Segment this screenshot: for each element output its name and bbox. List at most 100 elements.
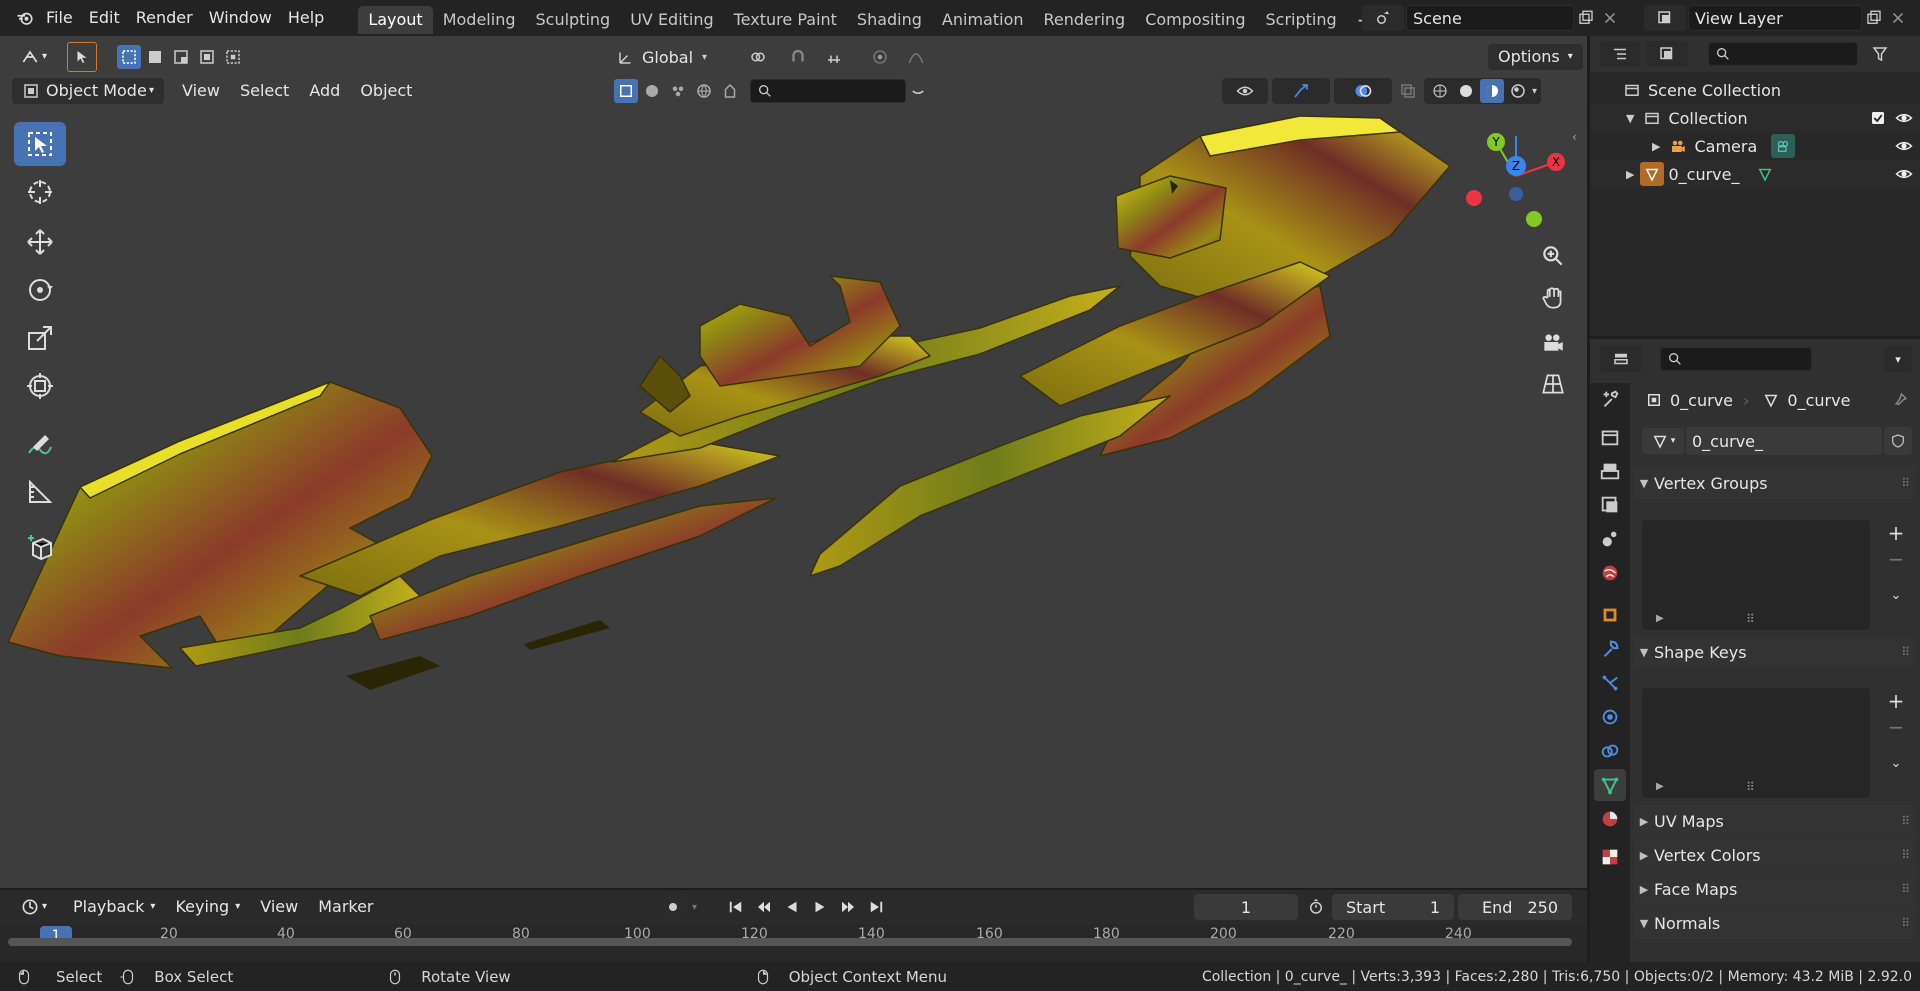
shape-key-menu-icon[interactable]: ⌄ [1882,749,1910,777]
timeline-menu-marker[interactable]: Marker [308,894,383,920]
scene-name-field[interactable]: Scene [1406,5,1574,31]
shape-keys-list[interactable]: ▶ ⠿ [1642,688,1870,798]
tool-cursor[interactable] [14,170,66,214]
snap-target-icon[interactable] [814,45,854,69]
jump-end-icon[interactable] [864,895,888,919]
snap-icon[interactable] [786,45,810,69]
camera-view-icon[interactable] [1537,326,1569,358]
menu-add[interactable]: Add [299,78,350,104]
jump-keyframe-prev-icon[interactable] [752,895,776,919]
select-tool-icon[interactable] [67,42,98,72]
proportional-edit-icon[interactable] [868,45,892,69]
perspective-toggle-icon[interactable] [1537,368,1569,400]
camera-expand-icon[interactable]: ▶ [1652,140,1660,153]
tab-animation[interactable]: Animation [932,6,1034,34]
tab-layout[interactable]: Layout [358,6,433,34]
vertex-group-remove-icon[interactable]: − [1882,545,1910,573]
face-maps-drag-icon[interactable]: ⠿ [1901,882,1910,896]
panel-vertex-colors-header[interactable]: ▶ Vertex Colors ⠿ [1634,839,1916,871]
shape-key-remove-icon[interactable]: − [1882,713,1910,741]
tab-data-icon[interactable] [1594,769,1626,801]
tab-modeling[interactable]: Modeling [433,6,526,34]
xray-toggle-icon[interactable] [1396,79,1420,103]
vertex-groups-resize-icon[interactable]: ⠿ [1746,612,1755,626]
shape-keys-drag-icon[interactable]: ⠿ [1901,645,1910,659]
navigation-gizmo[interactable]: X Y Z [1466,133,1565,227]
auto-keying-icon[interactable] [660,894,686,920]
tab-render-icon[interactable] [1594,421,1626,453]
tab-shading[interactable]: Shading [847,6,932,34]
tab-tool-icon[interactable] [1594,383,1626,415]
timeline-menu-keying[interactable]: Keying ▾ [165,894,250,920]
tool-add-cube[interactable] [14,526,66,570]
uv-maps-drag-icon[interactable]: ⠿ [1901,814,1910,828]
shading-options-chevron-icon[interactable]: ▾ [1532,86,1537,97]
filter-world-icon[interactable] [692,79,716,103]
shading-material-icon[interactable] [1480,79,1504,103]
tab-scene-icon[interactable] [1594,523,1626,555]
pivot-point-icon[interactable] [738,45,778,69]
scene-copy-icon[interactable] [1574,6,1598,30]
gizmo-neg-z-axis[interactable] [1509,187,1523,201]
keying-options-chevron-icon[interactable]: ▾ [692,902,697,913]
curve-visibility-eye-icon[interactable] [1892,162,1916,186]
end-frame-field[interactable]: End 250 [1458,894,1572,920]
current-frame-field[interactable]: 1 [1194,894,1298,920]
timeline-ruler[interactable]: 1 20 40 60 80 100 120 140 160 180 200 22… [0,924,1587,962]
properties-options-chevron-icon[interactable]: ▾ [1884,346,1912,372]
viewport-search-field[interactable] [750,79,906,103]
shape-keys-filter-icon[interactable]: ▶ [1656,781,1664,792]
gizmo-neg-y-axis[interactable] [1526,211,1542,227]
jump-start-icon[interactable] [724,895,748,919]
tab-world-icon[interactable] [1594,557,1626,589]
outliner-search-field[interactable] [1708,42,1858,66]
vertex-group-add-icon[interactable]: + [1882,519,1910,547]
select-subtract-icon[interactable] [169,45,193,69]
curve-expand-icon[interactable]: ▶ [1626,168,1634,181]
vertex-group-menu-icon[interactable]: ⌄ [1882,581,1910,609]
shape-keys-resize-icon[interactable]: ⠿ [1746,780,1755,794]
tab-texture-icon[interactable] [1594,841,1626,873]
mesh-data-icon[interactable] [1753,162,1777,186]
scene-browse-icon[interactable] [1362,5,1404,31]
scene-close-icon[interactable] [1598,6,1622,30]
menu-view[interactable]: View [172,78,230,104]
mesh-browse-icon[interactable]: ▾ [1642,428,1684,454]
falloff-icon[interactable] [896,45,936,69]
play-icon[interactable] [808,895,832,919]
tool-move[interactable] [14,220,66,264]
pin-icon[interactable] [1888,388,1912,412]
tool-select-box[interactable] [14,122,66,166]
start-frame-field[interactable]: Start 1 [1332,894,1454,920]
collection-visibility-eye-icon[interactable] [1892,106,1916,130]
view-layer-field[interactable]: View Layer [1688,5,1862,31]
outliner-filter-icon[interactable] [1868,42,1892,66]
tool-annotate[interactable] [14,422,66,466]
tab-constraints-icon[interactable] [1594,735,1626,767]
collection-checkbox-icon[interactable] [1866,106,1890,130]
properties-search-field[interactable] [1660,347,1812,371]
transform-orientation[interactable]: Global ▾ [614,45,707,69]
panel-shape-keys-header[interactable]: ▼ Shape Keys ⠿ [1634,636,1916,668]
panel-normals-header[interactable]: ▼ Normals ⠿ [1634,907,1916,939]
select-invert-icon[interactable] [195,45,219,69]
tool-transform[interactable] [14,364,66,408]
gizmos-toggle-icon[interactable] [1272,78,1330,104]
outliner-row-camera[interactable]: ▶ Camera [1590,132,1920,160]
overlays-toggle-icon[interactable] [1334,78,1392,104]
blender-logo-icon[interactable] [12,6,38,30]
tab-scripting[interactable]: Scripting [1256,6,1347,34]
mesh-name-field[interactable]: 0_curve_ [1686,427,1882,455]
tab-view-layer-icon[interactable] [1594,489,1626,521]
select-new-icon[interactable] [117,45,142,69]
display-mode-icon[interactable] [1646,41,1688,67]
play-reverse-icon[interactable] [780,895,804,919]
zoom-view-icon[interactable] [1537,240,1569,272]
curve-object-render[interactable]: X Y Z [0,36,1587,888]
fake-user-shield-icon[interactable] [1884,427,1912,455]
search-options-icon[interactable] [906,79,930,103]
tab-material-icon[interactable] [1594,803,1626,835]
gizmo-neg-x-axis[interactable] [1466,190,1482,206]
panel-face-maps-header[interactable]: ▶ Face Maps ⠿ [1634,873,1916,905]
filter-mesh-icon[interactable] [614,79,638,103]
